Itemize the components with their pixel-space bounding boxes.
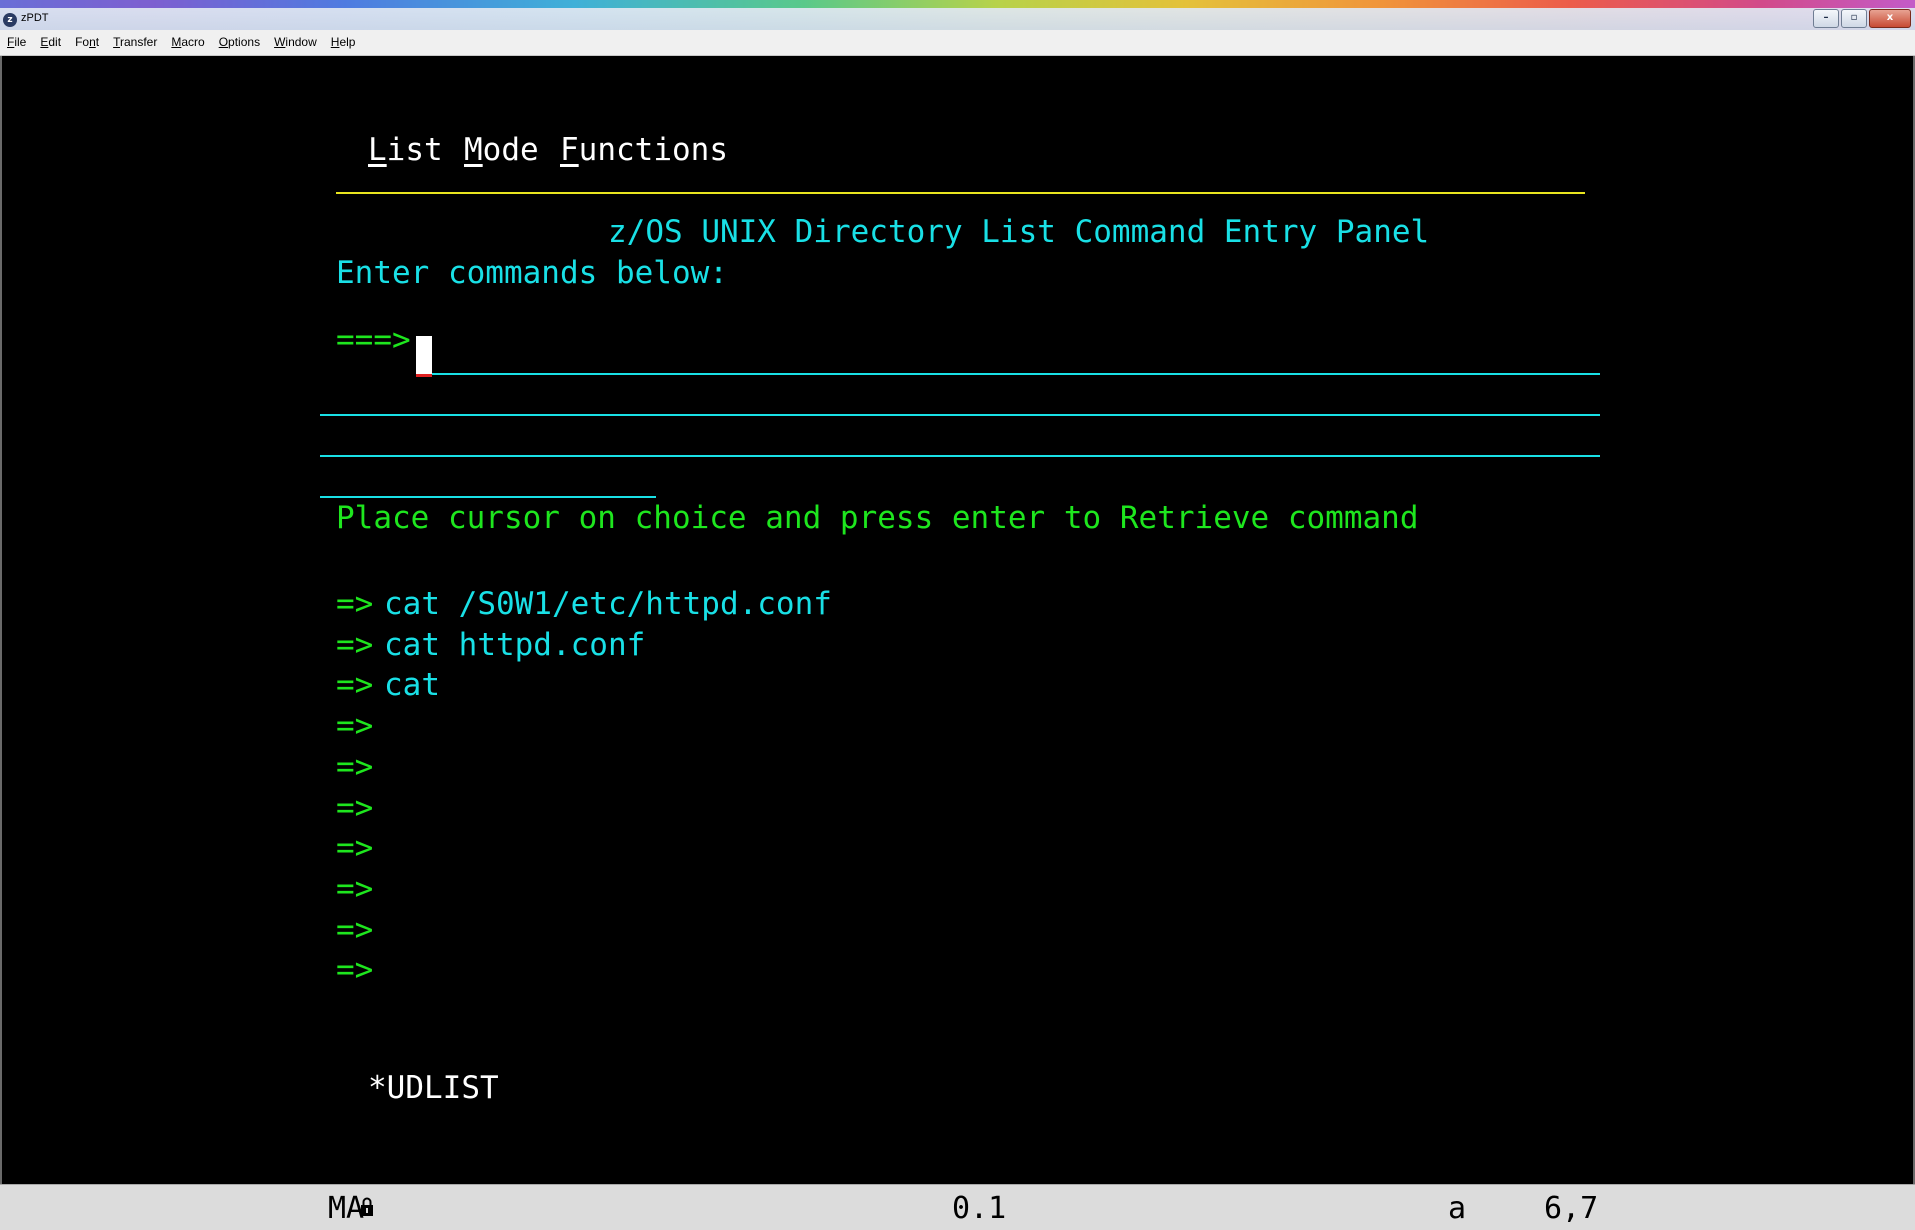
- menu-item-label: dit: [48, 35, 62, 49]
- history-command[interactable]: [384, 790, 1144, 826]
- status-indicator: a: [1448, 1191, 1467, 1226]
- action-bar-divider: [336, 192, 1585, 194]
- command-field-line-4[interactable]: [320, 496, 656, 498]
- history-prefix: =>: [336, 789, 374, 826]
- menu-item-prefix: Fo: [75, 35, 90, 49]
- menu-item[interactable]: Options: [212, 30, 267, 55]
- history-command[interactable]: [384, 952, 1144, 988]
- menu-item[interactable]: Transfer: [106, 30, 164, 55]
- text-cursor: [416, 336, 432, 374]
- history-command[interactable]: cat: [384, 667, 1144, 703]
- menu-item[interactable]: Edit: [33, 30, 68, 55]
- action-bar-item[interactable]: Functions: [560, 132, 728, 168]
- history-prefix: =>: [336, 952, 374, 989]
- menu-item-hotkey: n: [89, 35, 96, 49]
- terminal-screen[interactable]: List Mode Functions z/OS UNIX Directory Li…: [0, 56, 1915, 1184]
- history-prefix: =>: [336, 626, 374, 663]
- menu-item-label: ransfer: [120, 35, 158, 49]
- menu-item-hotkey: M: [171, 35, 182, 49]
- status-mode: MA: [328, 1191, 365, 1226]
- history-command[interactable]: [384, 708, 1144, 744]
- keyboard-lock-icon: [361, 1197, 373, 1216]
- zpdt-app-icon[interactable]: z: [3, 13, 17, 27]
- title-bar: z zPDT – ▫ x: [0, 0, 1915, 30]
- history-prefix: =>: [336, 586, 374, 622]
- menu-item[interactable]: File: [0, 30, 33, 55]
- history-prefix: =>: [336, 870, 374, 907]
- action-bar-label: ode: [482, 132, 539, 168]
- menu-item-label: ptions: [228, 35, 261, 49]
- command-field-line-1[interactable]: [432, 373, 1600, 375]
- restore-button[interactable]: ▫: [1841, 9, 1867, 28]
- history-prefix: =>: [336, 830, 374, 867]
- window-border-left: [0, 56, 2, 1184]
- menu-item-hotkey: W: [274, 35, 286, 49]
- retrieve-instruction: Place cursor on choice and press enter t…: [336, 500, 1419, 536]
- menu-item[interactable]: Macro: [164, 30, 211, 55]
- history-prefix: =>: [336, 748, 374, 785]
- action-bar-item[interactable]: List: [368, 132, 443, 168]
- command-field-line-3[interactable]: [320, 455, 1600, 457]
- menu-item-hotkey: T: [113, 35, 120, 49]
- action-bar-hotkey: M: [464, 132, 483, 168]
- menu-item[interactable]: Window: [267, 30, 324, 55]
- window-title: zPDT: [21, 12, 49, 24]
- panel-id: *UDLIST: [368, 1070, 499, 1106]
- menu-item-label: ile: [14, 35, 27, 49]
- history-prefix: =>: [336, 911, 374, 948]
- action-bar-item[interactable]: Mode: [464, 132, 539, 168]
- action-bar-label: unctions: [578, 132, 728, 168]
- minimize-button[interactable]: –: [1813, 9, 1839, 28]
- panel-title: z/OS UNIX Directory List Command Entry P…: [608, 214, 1430, 250]
- menu-item-label: indow: [285, 35, 317, 49]
- menu-item-label: t: [95, 35, 100, 49]
- menu-item-hotkey: O: [218, 35, 229, 49]
- menu-item-label: elp: [339, 35, 356, 49]
- history-command[interactable]: [384, 871, 1144, 907]
- panel-instruction: Enter commands below:: [336, 255, 728, 291]
- menu-item[interactable]: Font: [68, 30, 106, 55]
- history-command[interactable]: [384, 912, 1144, 948]
- status-cursor-position: 6,7: [1544, 1191, 1599, 1226]
- history-command[interactable]: [384, 749, 1144, 785]
- menu-item-label: acro: [181, 35, 205, 49]
- zpdt-window: z zPDT – ▫ x File Edit Font Transfer Macro Op…: [0, 0, 1915, 1230]
- command-field-line-2[interactable]: [320, 414, 1600, 416]
- history-command[interactable]: [384, 830, 1144, 866]
- status-session: 0.1: [952, 1191, 1007, 1226]
- close-button[interactable]: x: [1869, 9, 1911, 28]
- action-bar-hotkey: F: [560, 132, 579, 168]
- menu-item[interactable]: Help: [324, 30, 363, 55]
- command-input[interactable]: [416, 322, 1596, 358]
- action-bar-label: ist: [386, 132, 443, 168]
- history-command[interactable]: cat httpd.conf: [384, 627, 1144, 663]
- history-command[interactable]: cat /S0W1/etc/httpd.conf: [384, 586, 1144, 622]
- cursor-underline: [416, 374, 432, 377]
- history-prefix: =>: [336, 708, 374, 745]
- history-prefix: =>: [336, 667, 374, 704]
- window-controls: – ▫ x: [1813, 9, 1911, 28]
- menu-bar: File Edit Font Transfer Macro Options Window He…: [0, 30, 1915, 56]
- action-bar-hotkey: L: [368, 132, 387, 168]
- command-prompt: ===>: [336, 322, 411, 358]
- status-bar: MA 0.1 a 6,7: [0, 1184, 1915, 1230]
